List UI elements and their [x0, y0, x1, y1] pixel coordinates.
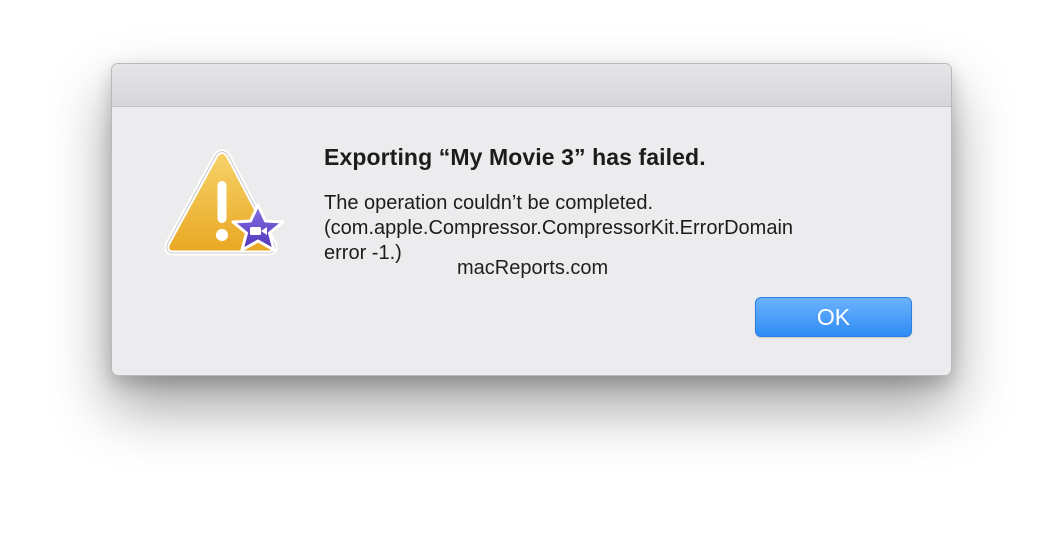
watermark-text: macReports.com: [457, 257, 609, 279]
message-line: The operation couldn’t be completed.: [324, 192, 654, 214]
dialog-message: The operation couldn’t be completed. (co…: [324, 191, 904, 266]
message-line: error -1.): [324, 242, 402, 264]
dialog-titlebar[interactable]: [112, 64, 951, 107]
warning-icon: [164, 149, 285, 256]
screenshot-stage: Exporting “My Movie 3” has failed. The o…: [0, 0, 1064, 536]
ok-button[interactable]: OK: [755, 297, 912, 337]
message-line: (com.apple.Compressor.CompressorKit.Erro…: [324, 217, 794, 239]
alert-dialog: Exporting “My Movie 3” has failed. The o…: [111, 63, 952, 376]
dialog-title: Exporting “My Movie 3” has failed.: [324, 144, 706, 170]
